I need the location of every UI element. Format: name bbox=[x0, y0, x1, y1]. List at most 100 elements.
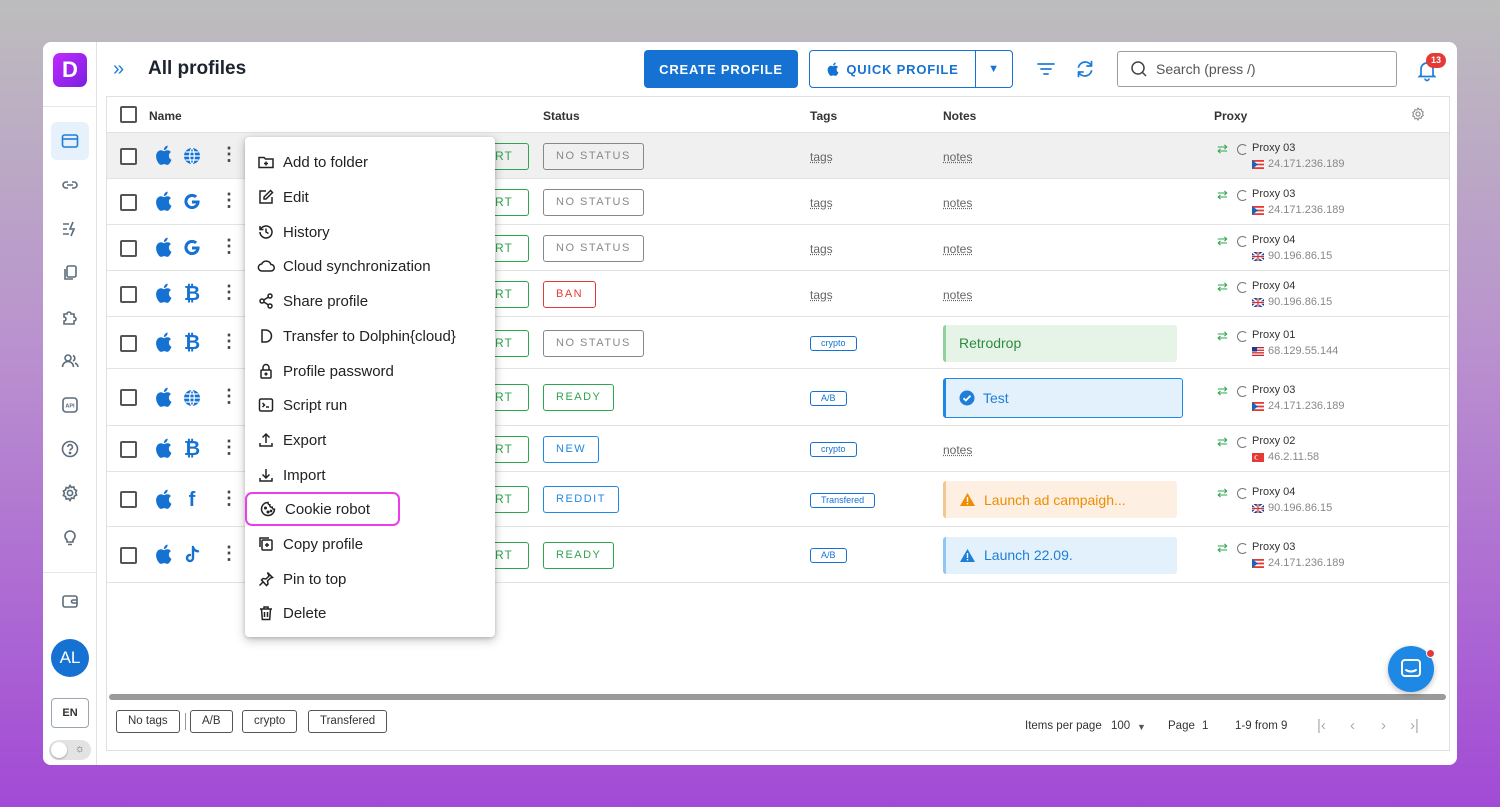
proxy-switch-icon[interactable]: ⇄ bbox=[1217, 187, 1228, 203]
select-all-checkbox[interactable] bbox=[120, 106, 137, 123]
menu-item-copy-profile[interactable]: Copy profile bbox=[245, 527, 495, 561]
proxy-name[interactable]: Proxy 03 bbox=[1252, 541, 1295, 553]
proxy-check-icon[interactable] bbox=[1237, 282, 1248, 293]
proxy-name[interactable]: Proxy 02 bbox=[1252, 435, 1295, 447]
sidebar-item-automation[interactable] bbox=[51, 210, 89, 248]
next-page-icon[interactable]: › bbox=[1381, 717, 1386, 734]
menu-item-transfer[interactable]: Transfer to Dolphin{cloud} bbox=[245, 319, 495, 353]
proxy-check-icon[interactable] bbox=[1237, 543, 1248, 554]
horizontal-scrollbar[interactable] bbox=[109, 694, 1446, 700]
note-card[interactable]: Launch 22.09. bbox=[943, 536, 1177, 574]
notes-link[interactable]: notes bbox=[943, 242, 972, 256]
menu-item-share-profile[interactable]: Share profile bbox=[245, 284, 495, 318]
tag-chip[interactable]: A/B bbox=[810, 390, 847, 406]
row-menu-dots-icon[interactable]: ⋮ bbox=[220, 237, 238, 255]
status-badge[interactable]: READY bbox=[543, 384, 615, 411]
menu-item-cookie-robot[interactable]: Cookie robot bbox=[245, 492, 400, 526]
sidebar-item-profiles[interactable] bbox=[51, 122, 89, 160]
tag-filter-crypto[interactable]: crypto bbox=[242, 710, 298, 733]
row-checkbox[interactable] bbox=[120, 440, 137, 458]
sidebar-item-proxies[interactable] bbox=[51, 166, 89, 204]
proxy-switch-icon[interactable]: ⇄ bbox=[1217, 328, 1228, 344]
search-input[interactable] bbox=[1156, 61, 1376, 77]
notes-link[interactable]: notes bbox=[943, 150, 972, 164]
status-badge[interactable]: BAN bbox=[543, 280, 597, 308]
tags-link[interactable]: tags bbox=[810, 242, 833, 256]
sidebar-item-tips[interactable] bbox=[51, 518, 89, 556]
filter-icon[interactable] bbox=[1035, 58, 1057, 80]
row-menu-dots-icon[interactable]: ⋮ bbox=[220, 544, 238, 562]
dolphin-logo[interactable]: D bbox=[53, 53, 87, 87]
row-checkbox[interactable] bbox=[120, 239, 137, 257]
notes-link[interactable]: notes bbox=[943, 196, 972, 210]
tags-link[interactable]: tags bbox=[810, 196, 833, 210]
menu-item-script-run[interactable]: Script run bbox=[245, 388, 495, 422]
tags-link[interactable]: tags bbox=[810, 288, 833, 302]
proxy-check-icon[interactable] bbox=[1237, 437, 1248, 448]
proxy-switch-icon[interactable]: ⇄ bbox=[1217, 434, 1228, 450]
tag-chip[interactable]: Transfered bbox=[810, 492, 876, 508]
proxy-check-icon[interactable] bbox=[1237, 190, 1248, 201]
status-badge[interactable]: NO STATUS bbox=[543, 234, 644, 262]
sidebar-item-api[interactable]: API bbox=[51, 386, 89, 424]
status-badge[interactable]: NO STATUS bbox=[543, 188, 644, 216]
proxy-name[interactable]: Proxy 03 bbox=[1252, 188, 1295, 200]
proxy-name[interactable]: Proxy 01 bbox=[1252, 329, 1295, 341]
sidebar-item-users[interactable] bbox=[51, 342, 89, 380]
row-menu-dots-icon[interactable]: ⋮ bbox=[220, 283, 238, 301]
proxy-switch-icon[interactable]: ⇄ bbox=[1217, 540, 1228, 556]
tag-filter-ab[interactable]: A/B bbox=[190, 710, 233, 733]
page-number[interactable]: 1 bbox=[1202, 720, 1208, 732]
menu-item-edit[interactable]: Edit bbox=[245, 180, 495, 214]
proxy-name[interactable]: Proxy 04 bbox=[1252, 486, 1295, 498]
proxy-name[interactable]: Proxy 04 bbox=[1252, 234, 1295, 246]
menu-item-cloud-sync[interactable]: Cloud synchronization bbox=[245, 249, 495, 283]
last-page-icon[interactable]: ›| bbox=[1410, 717, 1419, 734]
proxy-switch-icon[interactable]: ⇄ bbox=[1217, 279, 1228, 295]
row-menu-dots-icon[interactable]: ⋮ bbox=[220, 438, 238, 456]
row-menu-dots-icon[interactable]: ⋮ bbox=[220, 489, 238, 507]
proxy-check-icon[interactable] bbox=[1237, 144, 1248, 155]
sidebar-item-extensions[interactable] bbox=[51, 298, 89, 336]
menu-item-export[interactable]: Export bbox=[245, 423, 495, 457]
column-settings-gear-icon[interactable] bbox=[1410, 106, 1426, 122]
column-proxy[interactable]: Proxy bbox=[1214, 109, 1247, 123]
create-profile-button[interactable]: CREATE PROFILE bbox=[644, 50, 798, 88]
items-per-page-caret-icon[interactable]: ▼ bbox=[1137, 722, 1146, 732]
status-badge[interactable]: REDDIT bbox=[543, 486, 619, 513]
sidebar-item-help[interactable] bbox=[51, 430, 89, 468]
column-status[interactable]: Status bbox=[543, 109, 580, 123]
row-checkbox[interactable] bbox=[120, 193, 137, 211]
menu-item-import[interactable]: Import bbox=[245, 458, 495, 492]
status-badge[interactable]: READY bbox=[543, 541, 615, 569]
status-badge[interactable]: NO STATUS bbox=[543, 142, 644, 170]
tag-filter-transfered[interactable]: Transfered bbox=[308, 710, 388, 733]
proxy-check-icon[interactable] bbox=[1237, 385, 1248, 397]
tag-filter-no-tags[interactable]: No tags bbox=[116, 710, 180, 733]
sidebar-item-settings[interactable] bbox=[51, 474, 89, 512]
row-checkbox[interactable] bbox=[120, 334, 137, 352]
row-checkbox[interactable] bbox=[120, 389, 137, 406]
column-notes[interactable]: Notes bbox=[943, 109, 976, 123]
notes-link[interactable]: notes bbox=[943, 443, 972, 457]
expand-sidebar-icon[interactable]: » bbox=[113, 58, 124, 81]
column-name[interactable]: Name bbox=[149, 109, 182, 123]
row-checkbox[interactable] bbox=[120, 546, 137, 564]
proxy-check-icon[interactable] bbox=[1237, 236, 1248, 247]
prev-page-icon[interactable]: ‹ bbox=[1350, 717, 1355, 734]
proxy-switch-icon[interactable]: ⇄ bbox=[1217, 383, 1228, 399]
row-checkbox[interactable] bbox=[120, 285, 137, 303]
proxy-check-icon[interactable] bbox=[1237, 331, 1248, 342]
proxy-switch-icon[interactable]: ⇄ bbox=[1217, 485, 1228, 501]
quick-profile-main[interactable]: QUICK PROFILE bbox=[810, 51, 976, 87]
tag-chip[interactable]: crypto bbox=[810, 336, 857, 351]
proxy-name[interactable]: Proxy 03 bbox=[1252, 142, 1295, 154]
tags-link[interactable]: tags bbox=[810, 150, 833, 164]
tag-chip[interactable]: crypto bbox=[810, 442, 857, 457]
menu-item-profile-password[interactable]: Profile password bbox=[245, 354, 495, 388]
menu-item-history[interactable]: History bbox=[245, 215, 495, 249]
row-menu-dots-icon[interactable]: ⋮ bbox=[220, 145, 238, 163]
note-card[interactable]: Launch ad campaigh... bbox=[943, 481, 1177, 518]
row-checkbox[interactable] bbox=[120, 491, 137, 508]
row-checkbox[interactable] bbox=[120, 147, 137, 165]
